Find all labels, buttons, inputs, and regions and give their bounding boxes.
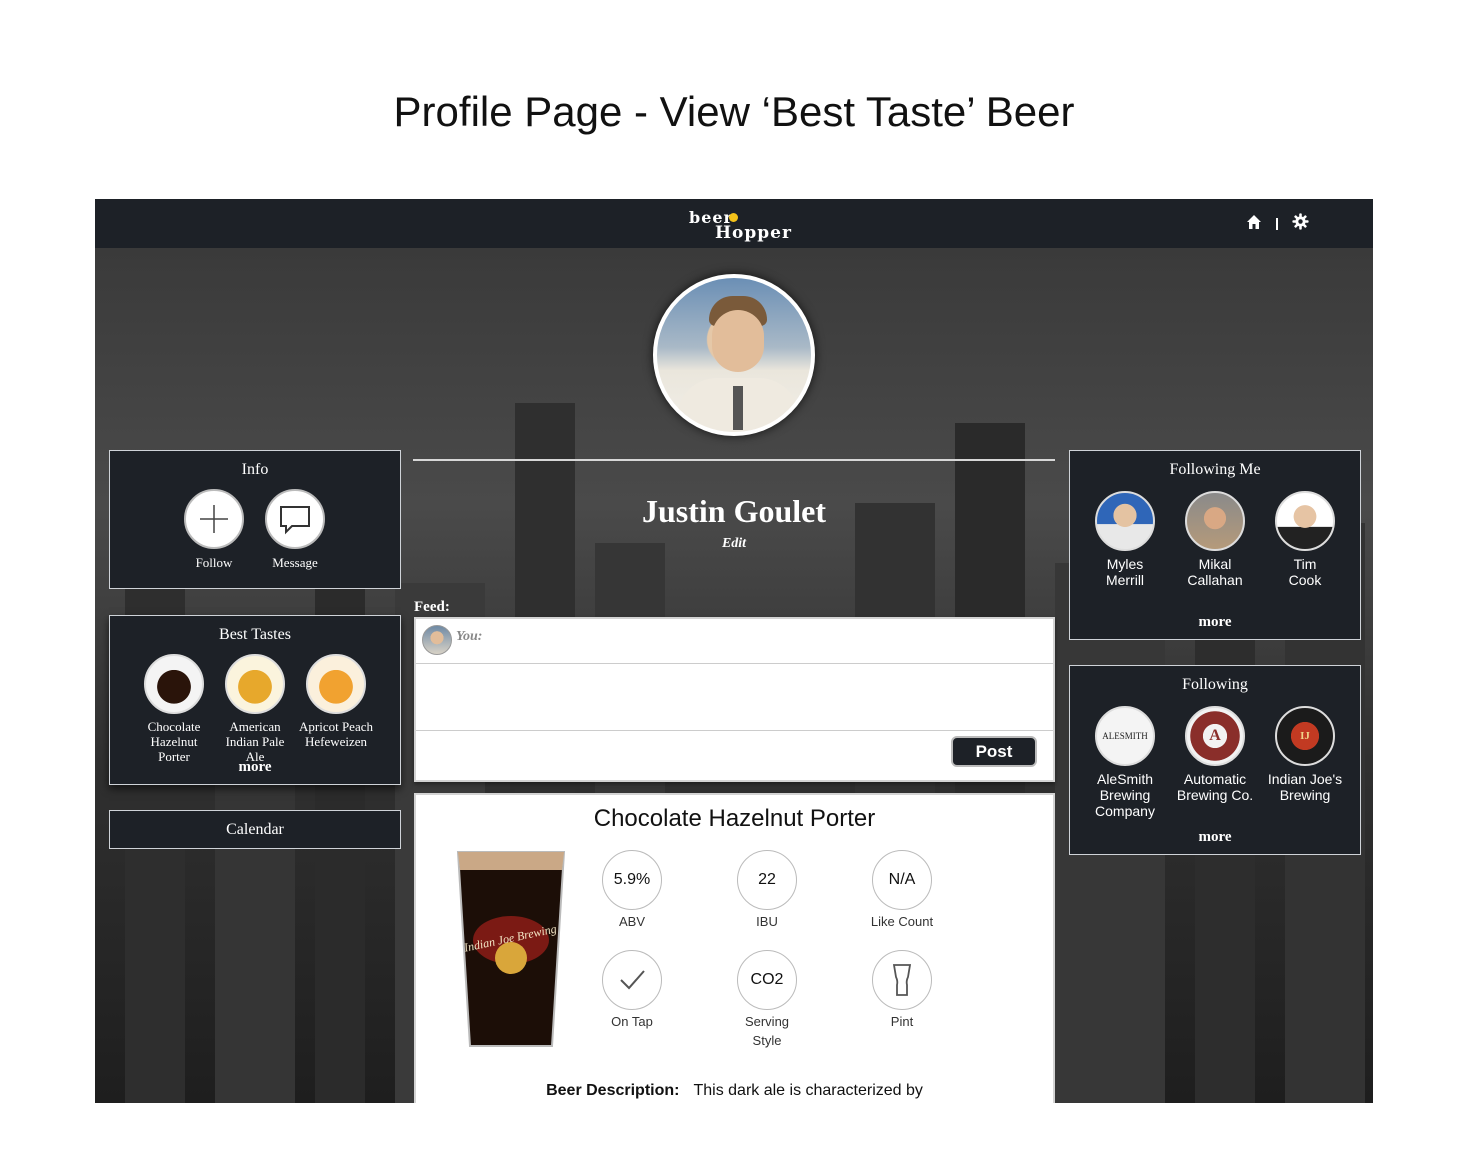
abv-value: 5.9% <box>602 850 662 910</box>
beerhopper-logo[interactable]: beer Hopper <box>685 205 795 243</box>
beer-thumb-hefeweizen[interactable] <box>306 654 366 714</box>
like-count-label: Like Count <box>870 914 934 929</box>
calendar-button[interactable]: Calendar <box>109 810 401 849</box>
following-me-more-link[interactable]: more <box>1070 614 1360 631</box>
profile-avatar[interactable] <box>653 274 815 436</box>
post-button[interactable]: Post <box>951 736 1037 767</box>
beer-description: Beer Description: This dark ale is charac… <box>416 1082 1053 1100</box>
following-more-link[interactable]: more <box>1070 829 1360 846</box>
best-tastes-title: Best Tastes <box>219 626 291 643</box>
top-nav-bar: beer Hopper <box>95 199 1373 248</box>
gear-icon[interactable] <box>1292 213 1309 235</box>
checkmark-icon <box>620 970 645 990</box>
feed-label: Feed: <box>414 599 450 615</box>
following-me-title: Following Me <box>1169 461 1261 478</box>
pint-glass-image: Indian Joe Brewing <box>456 851 566 1047</box>
brewery-logo[interactable]: ALESMITH <box>1095 706 1155 766</box>
follower-name: Tim Cook <box>1288 556 1322 588</box>
beer-thumb-ipa[interactable] <box>225 654 285 714</box>
app-window: beer Hopper Info Follow Message Best Tas… <box>95 199 1373 1103</box>
on-tap-badge <box>602 950 662 1010</box>
follower-avatar[interactable] <box>1185 491 1245 551</box>
brewery-logo[interactable]: A <box>1185 706 1245 766</box>
beer-name: Chocolate Hazelnut Porter <box>593 805 876 832</box>
description-label: Beer Description: <box>546 1082 680 1099</box>
best-taste-label: Chocolate Hazelnut Porter <box>147 719 201 764</box>
best-taste-label: Apricot Peach Hefeweizen <box>298 719 373 749</box>
brewery-name: Indian Joe's Brewing <box>1267 771 1343 803</box>
beer-detail-card: Chocolate Hazelnut Porter Indian Joe Bre… <box>414 793 1055 1103</box>
message-button[interactable] <box>265 489 325 549</box>
serving-style-label: Serving Style <box>744 1014 790 1048</box>
user-mini-avatar <box>422 625 452 655</box>
follow-button[interactable] <box>184 489 244 549</box>
follower-name: Myles Merrill <box>1105 556 1145 588</box>
like-count-value: N/A <box>872 850 932 910</box>
follower-avatar[interactable] <box>1275 491 1335 551</box>
speech-bubble-icon <box>280 506 310 535</box>
follow-label: Follow <box>195 555 233 570</box>
feed-composer: You: Post <box>414 617 1055 782</box>
profile-name: Justin Goulet <box>641 493 827 529</box>
info-title: Info <box>241 461 269 478</box>
following-me-panel: Following Me Myles Merrill Mikal Callahan … <box>1069 450 1361 640</box>
calendar-label: Calendar <box>226 821 284 838</box>
best-tastes-panel: Best Tastes Chocolate Hazelnut Porter Am… <box>109 615 401 785</box>
best-taste-label: American Indian Pale Ale <box>225 719 285 764</box>
profile-divider <box>413 459 1055 461</box>
info-panel: Info Follow Message <box>109 450 401 589</box>
logo-text-bottom: Hopper <box>715 223 792 243</box>
pint-badge <box>872 950 932 1010</box>
ibu-label: IBU <box>756 914 778 929</box>
home-icon[interactable] <box>1246 214 1262 235</box>
brewery-logo[interactable]: IJ <box>1275 706 1335 766</box>
follower-name: Mikal Callahan <box>1187 556 1243 588</box>
brewery-name: AleSmith Brewing Company <box>1095 771 1155 819</box>
description-text: This dark ale is characterized by <box>693 1082 923 1099</box>
abv-label: ABV <box>618 914 645 929</box>
best-tastes-more-link[interactable]: more <box>110 759 400 776</box>
serving-style-value: CO2 <box>737 950 797 1010</box>
beer-thumb-porter[interactable] <box>144 654 204 714</box>
logo-hop-dot <box>729 213 738 222</box>
on-tap-label: On Tap <box>611 1014 653 1029</box>
feed-text-input[interactable] <box>416 665 1053 729</box>
document-title: Profile Page - View ‘Best Taste’ Beer <box>393 88 1075 135</box>
ibu-value: 22 <box>737 850 797 910</box>
following-panel: Following ALESMITH AleSmith Brewing Compan… <box>1069 665 1361 855</box>
brewery-name: Automatic Brewing Co. <box>1176 771 1254 803</box>
pint-glass-icon <box>892 964 912 996</box>
message-label: Message <box>272 555 318 570</box>
plus-icon <box>200 505 228 533</box>
you-label: You: <box>456 629 483 644</box>
nav-separator <box>1276 218 1278 230</box>
following-title: Following <box>1182 676 1248 693</box>
follower-avatar[interactable] <box>1095 491 1155 551</box>
pint-label: Pint <box>890 1014 914 1029</box>
edit-profile-link[interactable]: Edit <box>413 536 1055 552</box>
